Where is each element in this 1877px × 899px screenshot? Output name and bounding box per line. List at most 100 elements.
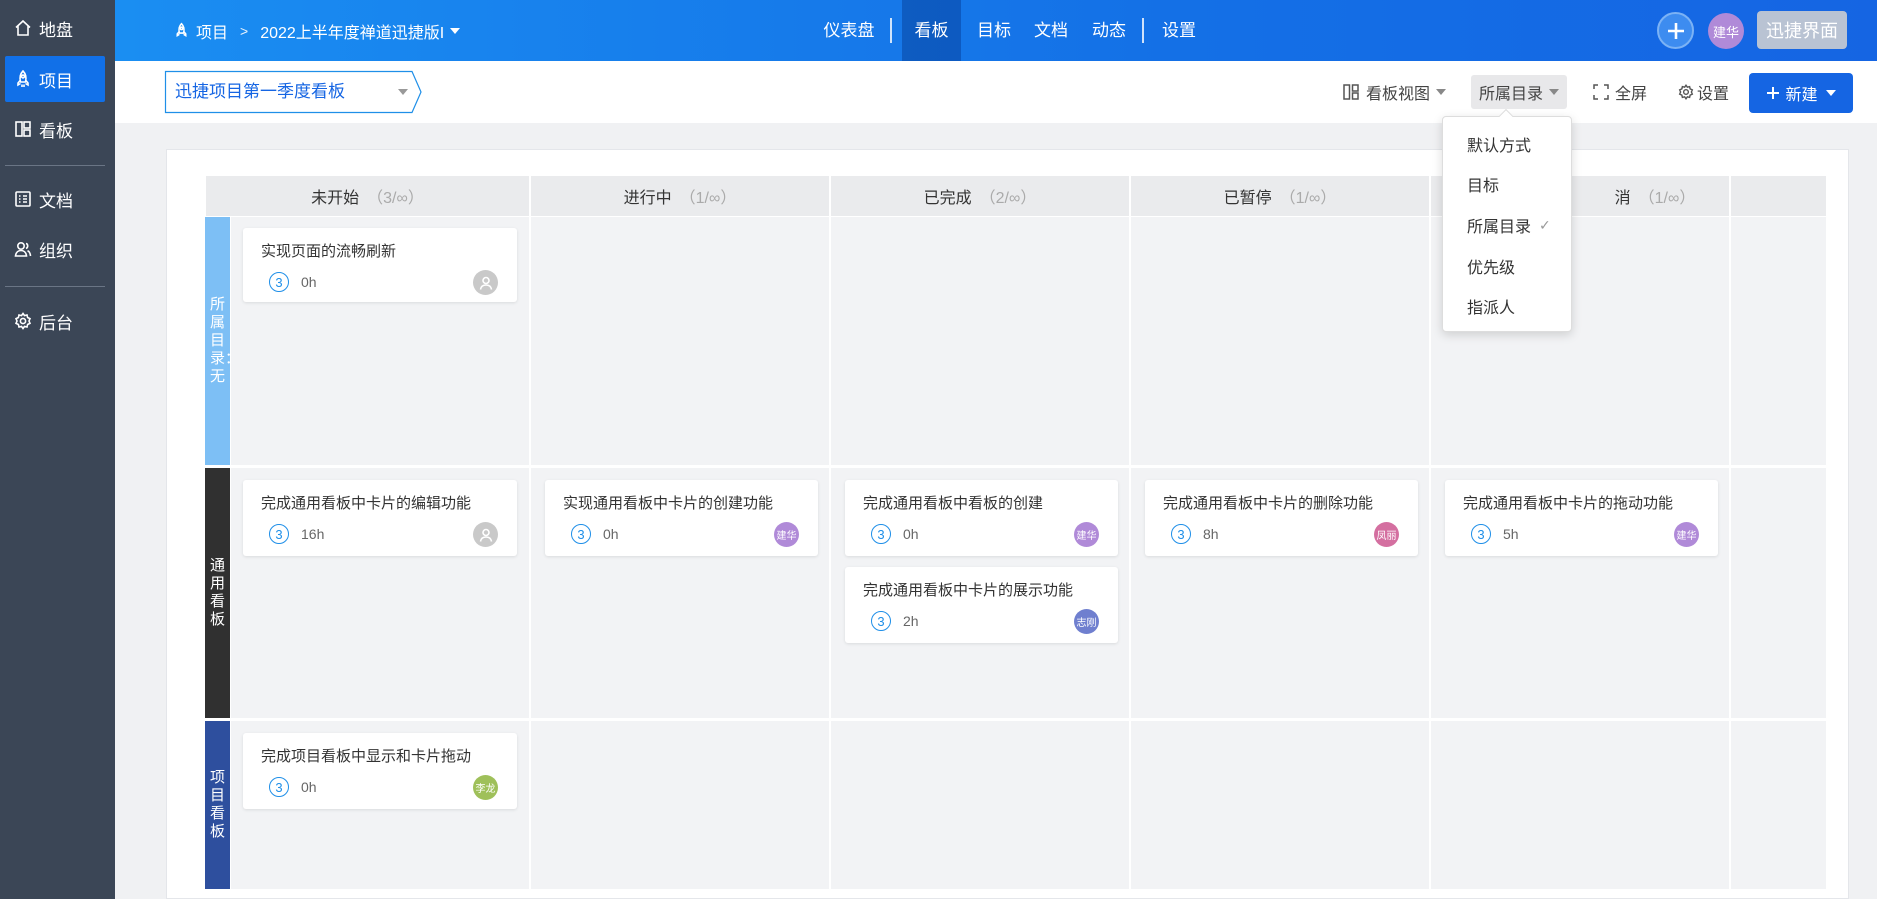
nav-doc[interactable]: 文档 [1027,0,1075,61]
sidebar-item-doc[interactable]: 文档 [5,176,105,222]
dropdown-item-directory[interactable]: 所属目录 ✓ [1467,213,1551,237]
dropdown-item-label: 所属目录 [1467,219,1532,236]
kanban-card[interactable]: 完成通用看板中卡片的删除功能 3 8h 凤丽 [1145,480,1418,556]
lane-project-board[interactable]: 项目看板 [205,721,230,889]
nav-dashboard[interactable]: 仪表盘 [814,0,884,61]
kanban-card[interactable]: 完成通用看板中卡片的拖动功能 3 5h 建华 [1445,480,1718,556]
card-title: 完成通用看板中卡片的删除功能 [1163,495,1374,512]
sidebar-item-label: 后台 [39,313,73,333]
nav-divider [1142,18,1144,43]
plus-icon [1667,22,1684,39]
card-title: 完成通用看板中卡片的展示功能 [863,582,1074,599]
unassigned-avatar-icon[interactable] [473,522,498,547]
fullscreen-icon [1593,84,1609,100]
card-hours: 16h [301,526,325,542]
dropdown-item-label: 优先级 [1467,260,1516,277]
card-hours: 0h [903,526,919,542]
lane-label: 所属目录：无 [210,296,241,385]
kanban-card[interactable]: 完成通用看板中卡片的编辑功能 3 16h [243,480,517,556]
plus-icon [1767,87,1780,99]
kanban-card[interactable]: 完成通用看板中卡片的展示功能 3 2h 志刚 [845,567,1118,643]
board-name: 迅捷项目第一季度看板 [175,82,345,101]
card-title: 完成通用看板中卡片的编辑功能 [261,495,472,512]
sidebar-item-label: 组织 [39,241,73,261]
fullscreen-button[interactable]: 全屏 [1593,75,1647,109]
assignee-avatar[interactable]: 凤丽 [1374,522,1399,547]
column-name: 消 [1614,190,1631,207]
board-icon [15,121,31,137]
card-title: 完成通用看板中看板的创建 [863,495,1044,512]
assignee-avatar[interactable]: 志刚 [1074,609,1099,634]
card-hours: 5h [1503,526,1519,542]
dropdown-item-assignee[interactable]: 指派人 [1467,294,1515,318]
view-switcher[interactable]: 看板视图 [1342,75,1447,109]
board-cell [1731,468,1826,718]
unassigned-avatar-icon[interactable] [473,270,498,295]
nav-activity[interactable]: 动态 [1085,0,1133,61]
new-button[interactable]: 新建 [1749,73,1853,113]
gear-icon [1678,84,1694,100]
board-settings-button[interactable]: 设置 [1677,75,1729,109]
board-cell [1431,721,1729,889]
assignee-avatar[interactable]: 建华 [774,522,799,547]
lane-general-board[interactable]: 通用看板 [205,468,230,718]
column-count: （1/∞） [1638,190,1696,207]
sidebar-item-org[interactable]: 组织 [5,226,105,272]
kanban-card[interactable]: 完成通用看板中看板的创建 3 0h 建华 [845,480,1118,556]
column-name: 已暂停 [1223,190,1272,207]
dropdown-item-priority[interactable]: 优先级 [1467,254,1515,278]
board-view-icon [1343,84,1359,100]
quick-ui-button[interactable]: 迅捷界面 [1757,11,1847,49]
settings-label: 设置 [1697,86,1730,103]
fullscreen-label: 全屏 [1615,86,1648,103]
breadcrumb-project[interactable]: 2022上半年度禅道迅捷版I [260,19,444,43]
kanban-card[interactable]: 实现页面的流畅刷新 3 0h [243,228,517,302]
sidebar-divider [5,165,105,166]
rocket-icon [176,22,187,37]
board-toolbar: 迅捷项目第一季度看板 看板视图 所属目录 全屏 设置 新建 [115,61,1877,123]
dropdown-item-label: 默认方式 [1467,138,1532,155]
sidebar-item-project[interactable]: 项目 [5,56,105,102]
assignee-avatar[interactable]: 建华 [1674,522,1699,547]
nav-board[interactable]: 看板 [902,0,961,61]
board-cell [831,217,1129,465]
chevron-right-icon: > [240,22,249,39]
column-count: （3/∞） [367,190,424,207]
board-cell [531,721,829,889]
caret-down-icon [1825,90,1836,96]
caret-down-icon [398,89,408,95]
assignee-avatar[interactable]: 建华 [1074,522,1099,547]
board-cell [1131,217,1429,465]
card-hours: 0h [603,526,619,542]
caret-down-icon [1436,89,1447,95]
card-hours: 0h [301,779,317,795]
card-hours: 2h [903,613,919,629]
user-avatar[interactable]: 建华 [1708,13,1744,49]
home-icon [15,19,31,36]
dropdown-item-default[interactable]: 默认方式 [1467,132,1531,156]
dropdown-item-goal[interactable]: 目标 [1467,172,1499,196]
people-icon [14,241,32,257]
dropdown-item-label: 指派人 [1467,300,1516,317]
card-priority: 3 [871,611,891,631]
kanban-card[interactable]: 完成项目看板中显示和卡片拖动 3 0h 李龙 [243,733,517,809]
column-header-todo: 未开始 （3/∞） [206,176,529,216]
lane-label: 通用看板 [210,557,226,628]
nav-goal[interactable]: 目标 [970,0,1018,61]
nav-divider [890,18,892,43]
assignee-avatar[interactable]: 李龙 [473,775,498,800]
dropdown-item-label: 目标 [1467,178,1500,195]
caret-down-icon[interactable] [450,27,461,34]
sidebar-item-home[interactable]: 地盘 [5,5,105,51]
sidebar-item-admin[interactable]: 后台 [5,298,105,344]
card-priority: 3 [871,524,891,544]
sidebar-item-label: 文档 [39,191,73,211]
kanban-card[interactable]: 实现通用看板中卡片的创建功能 3 0h 建华 [545,480,818,556]
lane-directory-none[interactable]: 所属目录：无 [205,217,241,465]
create-button[interactable] [1657,12,1694,49]
group-by-button[interactable]: 所属目录 [1471,75,1568,109]
nav-settings[interactable]: 设置 [1155,0,1203,61]
sidebar: 地盘 项目 看板 文档 组织 后台 [0,0,115,899]
breadcrumb-root[interactable]: 项目 [196,19,228,43]
sidebar-item-board[interactable]: 看板 [5,106,105,152]
